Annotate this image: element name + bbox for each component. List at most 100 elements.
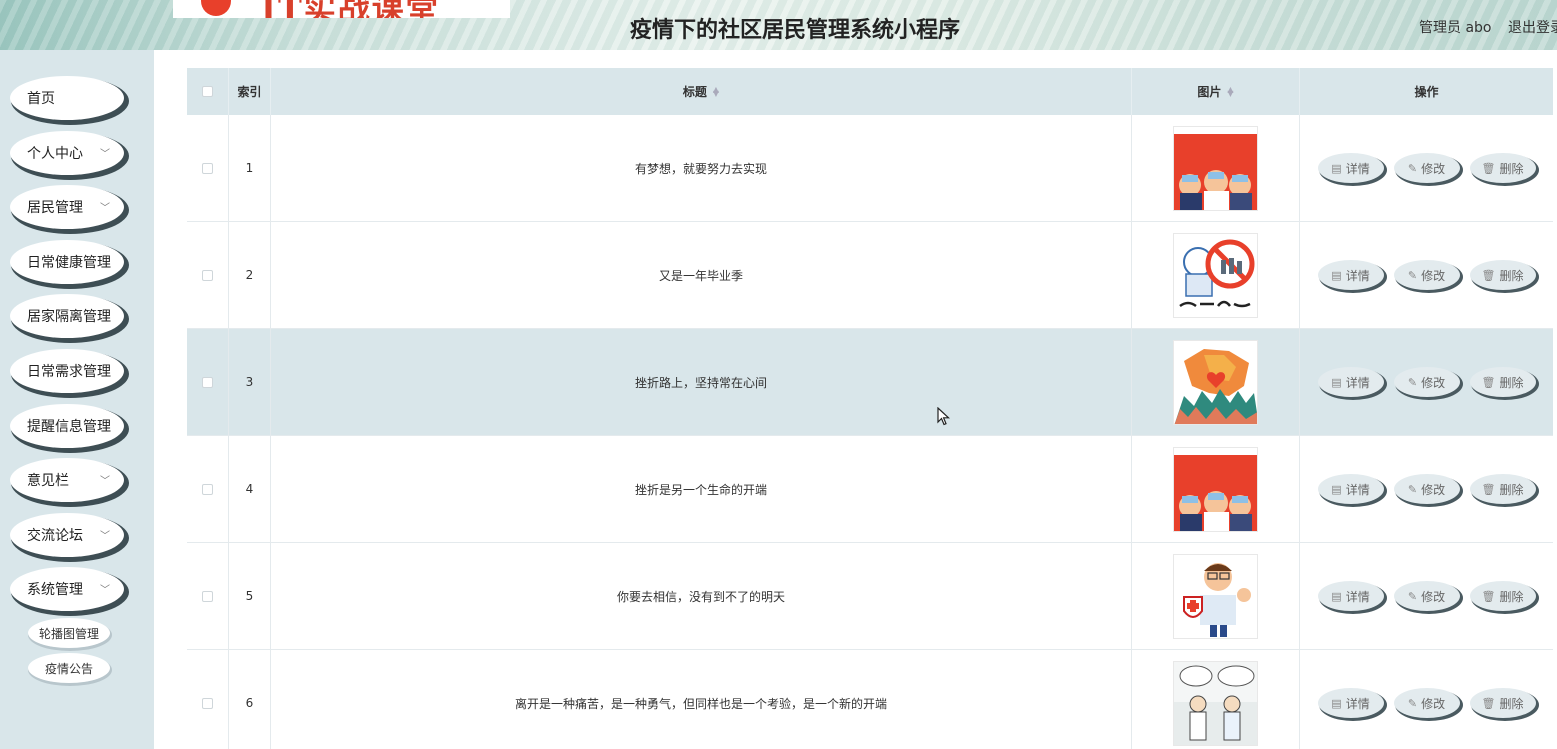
- sort-icon[interactable]: ▲ ▼: [1227, 85, 1233, 97]
- edit-button[interactable]: ✎ 修改: [1393, 688, 1460, 718]
- detail-label: 详情: [1345, 589, 1370, 604]
- delete-label: 删除: [1499, 482, 1524, 497]
- document-icon: ▤: [1331, 589, 1342, 603]
- detail-button[interactable]: ▤ 详情: [1317, 581, 1384, 611]
- row-image[interactable]: [1173, 660, 1258, 746]
- row-select-cell[interactable]: [187, 222, 229, 328]
- select-all-checkbox[interactable]: [202, 86, 213, 97]
- chevron-down-icon: ﹀: [100, 585, 110, 596]
- page-title: 疫情下的社区居民管理系统小程序: [629, 18, 960, 43]
- row-index: 5: [229, 543, 271, 649]
- detail-button[interactable]: ▤ 详情: [1317, 474, 1384, 504]
- document-icon: ▤: [1331, 268, 1342, 282]
- top-header: IT实战课堂 疫情下的社区居民管理系统小程序 管理员 abo 退出登录: [0, 0, 1557, 50]
- table-row[interactable]: 1 有梦想，就要努力去实现 ▤ 详情 ✎ 修改 🗑 删除: [187, 115, 1553, 222]
- row-actions: ▤ 详情 ✎ 修改 🗑 删除: [1300, 543, 1553, 649]
- pencil-icon: ✎: [1407, 482, 1418, 496]
- sidebar-item-resident-management[interactable]: 居民管理 ﹀: [10, 185, 124, 229]
- edit-button[interactable]: ✎ 修改: [1393, 153, 1460, 183]
- row-select-cell[interactable]: [187, 115, 229, 221]
- sidebar-item-home[interactable]: 首页: [10, 76, 124, 120]
- edit-button[interactable]: ✎ 修改: [1393, 367, 1460, 397]
- row-index: 1: [229, 115, 271, 221]
- edit-label: 修改: [1421, 268, 1446, 283]
- header-title[interactable]: 标题 ▲ ▼: [271, 68, 1132, 115]
- sidebar-item-system-management[interactable]: 系统管理 ﹀: [10, 567, 124, 611]
- sidebar-subitem-carousel[interactable]: 轮播图管理: [28, 618, 110, 648]
- edit-label: 修改: [1421, 482, 1446, 497]
- table-row[interactable]: 3 挫折路上，坚持常在心间 ▤ 详情 ✎ 修改 🗑 删除: [187, 329, 1553, 436]
- row-title: 挫折路上，坚持常在心间: [271, 329, 1132, 435]
- sidebar-item-daily-health[interactable]: 日常健康管理: [10, 240, 124, 284]
- delete-button[interactable]: 🗑 删除: [1469, 581, 1536, 611]
- edit-button[interactable]: ✎ 修改: [1393, 581, 1460, 611]
- table-row[interactable]: 5 你要去相信，没有到不了的明天 ▤ 详情 ✎ 修改 🗑 删除: [187, 543, 1553, 650]
- mouse-cursor-icon: [937, 407, 951, 426]
- delete-button[interactable]: 🗑 删除: [1469, 153, 1536, 183]
- detail-button[interactable]: ▤ 详情: [1317, 260, 1384, 290]
- row-checkbox[interactable]: [202, 590, 213, 602]
- header-image[interactable]: 图片 ▲ ▼: [1132, 68, 1300, 115]
- pencil-icon: ✎: [1407, 268, 1418, 282]
- logout-link[interactable]: 退出登录: [1508, 17, 1557, 37]
- sort-icon[interactable]: ▲ ▼: [713, 85, 719, 97]
- sidebar-item-label: 首页: [27, 91, 55, 107]
- sidebar-item-personal-center[interactable]: 个人中心 ﹀: [10, 131, 124, 175]
- sidebar-subitem-label: 轮播图管理: [38, 626, 99, 641]
- logo-mark-icon: [201, 0, 231, 16]
- edit-label: 修改: [1421, 161, 1446, 176]
- sidebar-subitem-label: 疫情公告: [44, 661, 93, 676]
- row-image[interactable]: [1173, 446, 1258, 532]
- sidebar: 首页 个人中心 ﹀ 居民管理 ﹀ 日常健康管理 居家隔离管理 日常需求管理 提醒…: [0, 50, 154, 749]
- row-select-cell[interactable]: [187, 329, 229, 435]
- row-checkbox[interactable]: [202, 269, 213, 281]
- delete-button[interactable]: 🗑 删除: [1469, 367, 1536, 397]
- row-actions: ▤ 详情 ✎ 修改 🗑 删除: [1300, 115, 1553, 221]
- sidebar-subitem-notice[interactable]: 疫情公告: [28, 653, 110, 683]
- row-select-cell[interactable]: [187, 436, 229, 542]
- row-checkbox[interactable]: [202, 376, 213, 388]
- row-image[interactable]: [1173, 553, 1258, 639]
- edit-button[interactable]: ✎ 修改: [1393, 260, 1460, 290]
- table-row[interactable]: 4 挫折是另一个生命的开端 ▤ 详情 ✎ 修改 🗑 删除: [187, 436, 1553, 543]
- row-image[interactable]: [1173, 232, 1258, 318]
- delete-button[interactable]: 🗑 删除: [1469, 474, 1536, 504]
- sidebar-item-feedback[interactable]: 意见栏 ﹀: [10, 458, 124, 502]
- table-row[interactable]: 6 离开是一种痛苦，是一种勇气，但同样也是一个考验，是一个新的开端 ▤ 详情 ✎ 修…: [187, 650, 1553, 749]
- sidebar-item-label: 日常健康管理: [27, 255, 111, 271]
- sidebar-item-daily-needs[interactable]: 日常需求管理: [10, 349, 124, 393]
- row-checkbox[interactable]: [202, 483, 213, 495]
- table-row[interactable]: 2 又是一年毕业季 ▤ 详情 ✎ 修改 🗑 删除: [187, 222, 1553, 329]
- sidebar-item-label: 个人中心: [27, 146, 83, 162]
- header-title-label: 标题: [682, 85, 707, 99]
- row-checkbox[interactable]: [202, 162, 213, 174]
- edit-button[interactable]: ✎ 修改: [1393, 474, 1460, 504]
- pencil-icon: ✎: [1407, 161, 1418, 175]
- detail-button[interactable]: ▤ 详情: [1317, 688, 1384, 718]
- sidebar-item-label: 系统管理: [27, 582, 83, 598]
- row-title: 又是一年毕业季: [271, 222, 1132, 328]
- header-select-all[interactable]: [187, 68, 229, 115]
- row-select-cell[interactable]: [187, 650, 229, 749]
- delete-button[interactable]: 🗑 删除: [1469, 688, 1536, 718]
- row-image[interactable]: [1173, 339, 1258, 425]
- document-icon: ▤: [1331, 696, 1342, 710]
- row-checkbox[interactable]: [202, 697, 213, 709]
- sidebar-item-home-isolation[interactable]: 居家隔离管理: [10, 294, 124, 338]
- sidebar-item-forum[interactable]: 交流论坛 ﹀: [10, 513, 124, 557]
- delete-button[interactable]: 🗑 删除: [1469, 260, 1536, 290]
- trash-icon: 🗑: [1481, 268, 1496, 282]
- row-select-cell[interactable]: [187, 543, 229, 649]
- detail-button[interactable]: ▤ 详情: [1317, 367, 1384, 397]
- sidebar-item-label: 居民管理: [27, 200, 83, 216]
- delete-label: 删除: [1499, 268, 1524, 283]
- row-image-cell: [1132, 115, 1300, 221]
- header-actions: 操作: [1414, 85, 1439, 99]
- sidebar-item-reminders[interactable]: 提醒信息管理: [10, 404, 124, 448]
- trash-icon: 🗑: [1481, 161, 1496, 175]
- logo: IT实战课堂: [173, 0, 510, 18]
- chevron-down-icon: ﹀: [100, 149, 110, 160]
- detail-button[interactable]: ▤ 详情: [1317, 153, 1384, 183]
- row-image[interactable]: [1173, 125, 1258, 211]
- sidebar-item-label: 意见栏: [27, 473, 69, 489]
